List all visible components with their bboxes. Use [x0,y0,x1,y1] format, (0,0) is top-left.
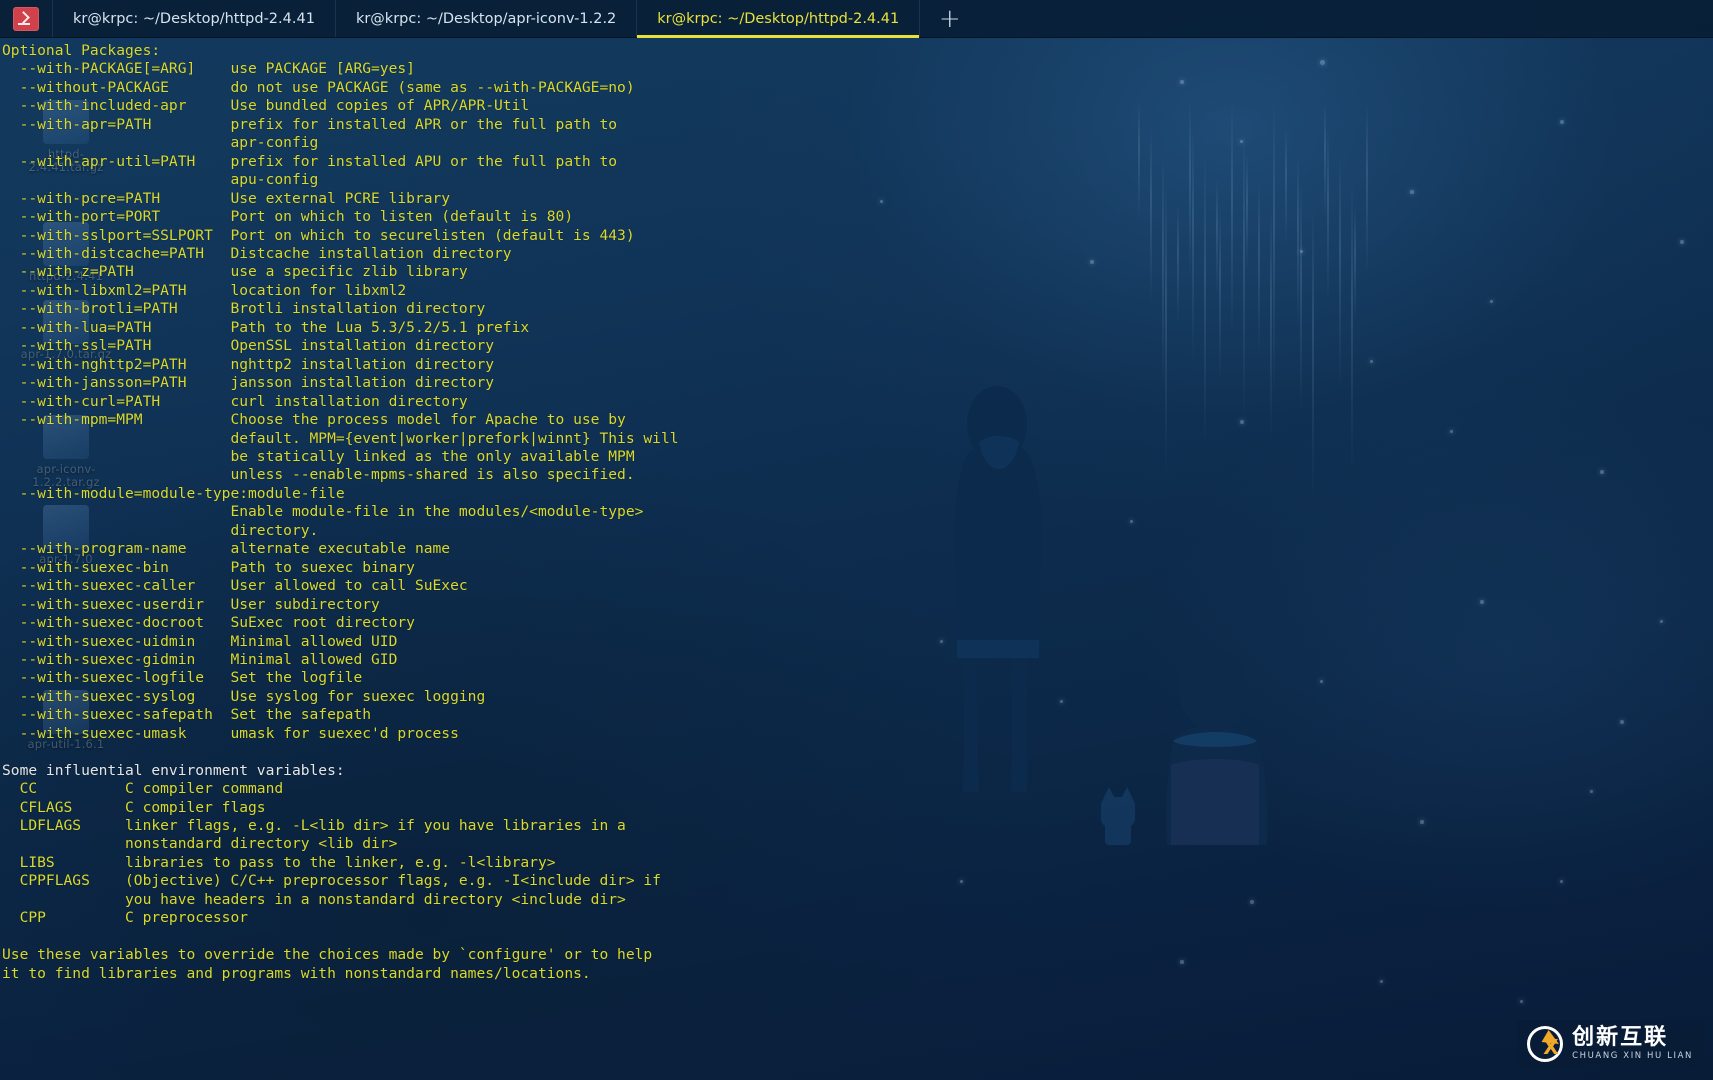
terminal-line: --with-port=PORT Port on which to listen… [2,208,574,226]
tab-apr-iconv[interactable]: kr@krpc: ~/Desktop/apr-iconv-1.2.2 [334,0,636,37]
terminal-line: CC C compiler command [2,780,284,798]
watermark-text: 创新互联 CHUANG XIN HU LIAN [1572,1027,1693,1061]
watermark-pinyin: CHUANG XIN HU LIAN [1572,1051,1693,1062]
terminal-line: --with-pcre=PATH Use external PCRE libra… [2,189,451,207]
terminal-line: --with-suexec-bin Path to suexec binary [2,558,415,576]
plus-icon: + [938,3,961,34]
app-icon-container[interactable] [0,0,52,37]
terminal-line: Use these variables to override the choi… [2,946,653,964]
terminal-line: --with-libxml2=PATH location for libxml2 [2,281,407,299]
terminal-tab-bar: kr@krpc: ~/Desktop/httpd-2.4.41 kr@krpc:… [0,0,1713,38]
terminal-line: --with-suexec-docroot SuExec root direct… [2,614,415,632]
watermark-chinese: 创新互联 [1572,1025,1669,1051]
terminal-line: --with-apr-util=PATH prefix for installe… [2,152,618,170]
tab-label: kr@krpc: ~/Desktop/apr-iconv-1.2.2 [355,10,617,27]
terminal-line: --with-ssl=PATH OpenSSL installation dir… [2,337,495,355]
terminal-line: Enable module-file in the modules/<modul… [2,503,644,521]
terminal-line: --with-included-apr Use bundled copies o… [2,97,530,115]
terminal-line: --with-module=module-type:module-file [2,484,345,502]
terminal-line: --with-suexec-uidmin Minimal allowed UID [2,632,398,650]
terminal-line: --with-curl=PATH curl installation direc… [2,392,468,410]
terminal-line: --with-apr=PATH prefix for installed APR… [2,115,618,133]
terminal-line: --with-suexec-logfile Set the logfile [2,669,363,687]
terminal-line: --with-sslport=SSLPORT Port on which to … [2,226,635,244]
terminal-output-area[interactable]: Optional Packages: --with-PACKAGE[=ARG] … [0,38,1713,1080]
terminal-line: unless --enable-mpms-shared is also spec… [2,466,635,484]
terminal-window: kr@krpc: ~/Desktop/httpd-2.4.41 kr@krpc:… [0,0,1713,1080]
tab-httpd-1[interactable]: kr@krpc: ~/Desktop/httpd-2.4.41 [52,0,335,37]
terminal-line: LDFLAGS linker flags, e.g. -L<lib dir> i… [2,817,626,835]
terminal-line: CPPFLAGS (Objective) C/C++ preprocessor … [2,872,661,890]
terminal-text: Optional Packages: --with-PACKAGE[=ARG] … [0,42,1713,983]
new-tab-button[interactable]: + [919,0,979,37]
terminal-line: CFLAGS C compiler flags [2,798,266,816]
terminal-line: apr-config [2,134,319,152]
terminal-line: --with-brotli=PATH Brotli installation d… [2,300,486,318]
terminal-line: --without-PACKAGE do not use PACKAGE (sa… [2,78,635,96]
terminal-line: directory. [2,521,319,539]
terminal-line: apu-config [2,171,319,189]
watermark-logo-letter: X [1543,1035,1559,1059]
terminal-line: Optional Packages: [2,42,161,59]
terminal-line: --with-nghttp2=PATH nghttp2 installation… [2,355,495,373]
terminal-line: --with-distcache=PATH Distcache installa… [2,244,512,262]
terminal-line: CPP C preprocessor [2,909,249,927]
terminal-line: --with-jansson=PATH jansson installation… [2,374,495,392]
terminal-line: nonstandard directory <lib dir> [2,835,398,853]
terminal-line: LIBS libraries to pass to the linker, e.… [2,853,556,871]
terminal-line: --with-suexec-userdir User subdirectory [2,595,380,613]
terminal-line: --with-suexec-umask umask for suexec'd p… [2,724,459,742]
terminal-line: --with-suexec-caller User allowed to cal… [2,577,468,595]
terminal-line: --with-mpm=MPM Choose the process model … [2,411,626,429]
tab-label: kr@krpc: ~/Desktop/httpd-2.4.41 [657,10,900,27]
terminal-line: Some influential environment variables: [2,761,345,779]
terminal-line: --with-z=PATH use a specific zlib librar… [2,263,468,281]
watermark-logo-icon: X [1527,1026,1564,1062]
terminal-icon [13,6,39,31]
terminal-line: --with-program-name alternate executable… [2,540,451,558]
terminal-line: it to find libraries and programs with n… [2,964,591,982]
terminal-line: --with-PACKAGE[=ARG] use PACKAGE [ARG=ye… [2,60,415,78]
terminal-line: --with-suexec-gidmin Minimal allowed GID [2,650,398,668]
terminal-line: --with-suexec-safepath Set the safepath [2,706,372,724]
terminal-line: you have headers in a nonstandard direct… [2,890,626,908]
terminal-line: --with-lua=PATH Path to the Lua 5.3/5.2/… [2,318,530,336]
terminal-line: be statically linked as the only availab… [2,447,635,465]
tab-label: kr@krpc: ~/Desktop/httpd-2.4.41 [73,10,315,27]
terminal-line: default. MPM={event|worker|prefork|winnt… [2,429,679,447]
terminal-line: --with-suexec-syslog Use syslog for suex… [2,687,486,705]
watermark: X 创新互联 CHUANG XIN HU LIAN [1517,1020,1703,1068]
tab-httpd-2-active[interactable]: kr@krpc: ~/Desktop/httpd-2.4.41 [636,0,920,38]
